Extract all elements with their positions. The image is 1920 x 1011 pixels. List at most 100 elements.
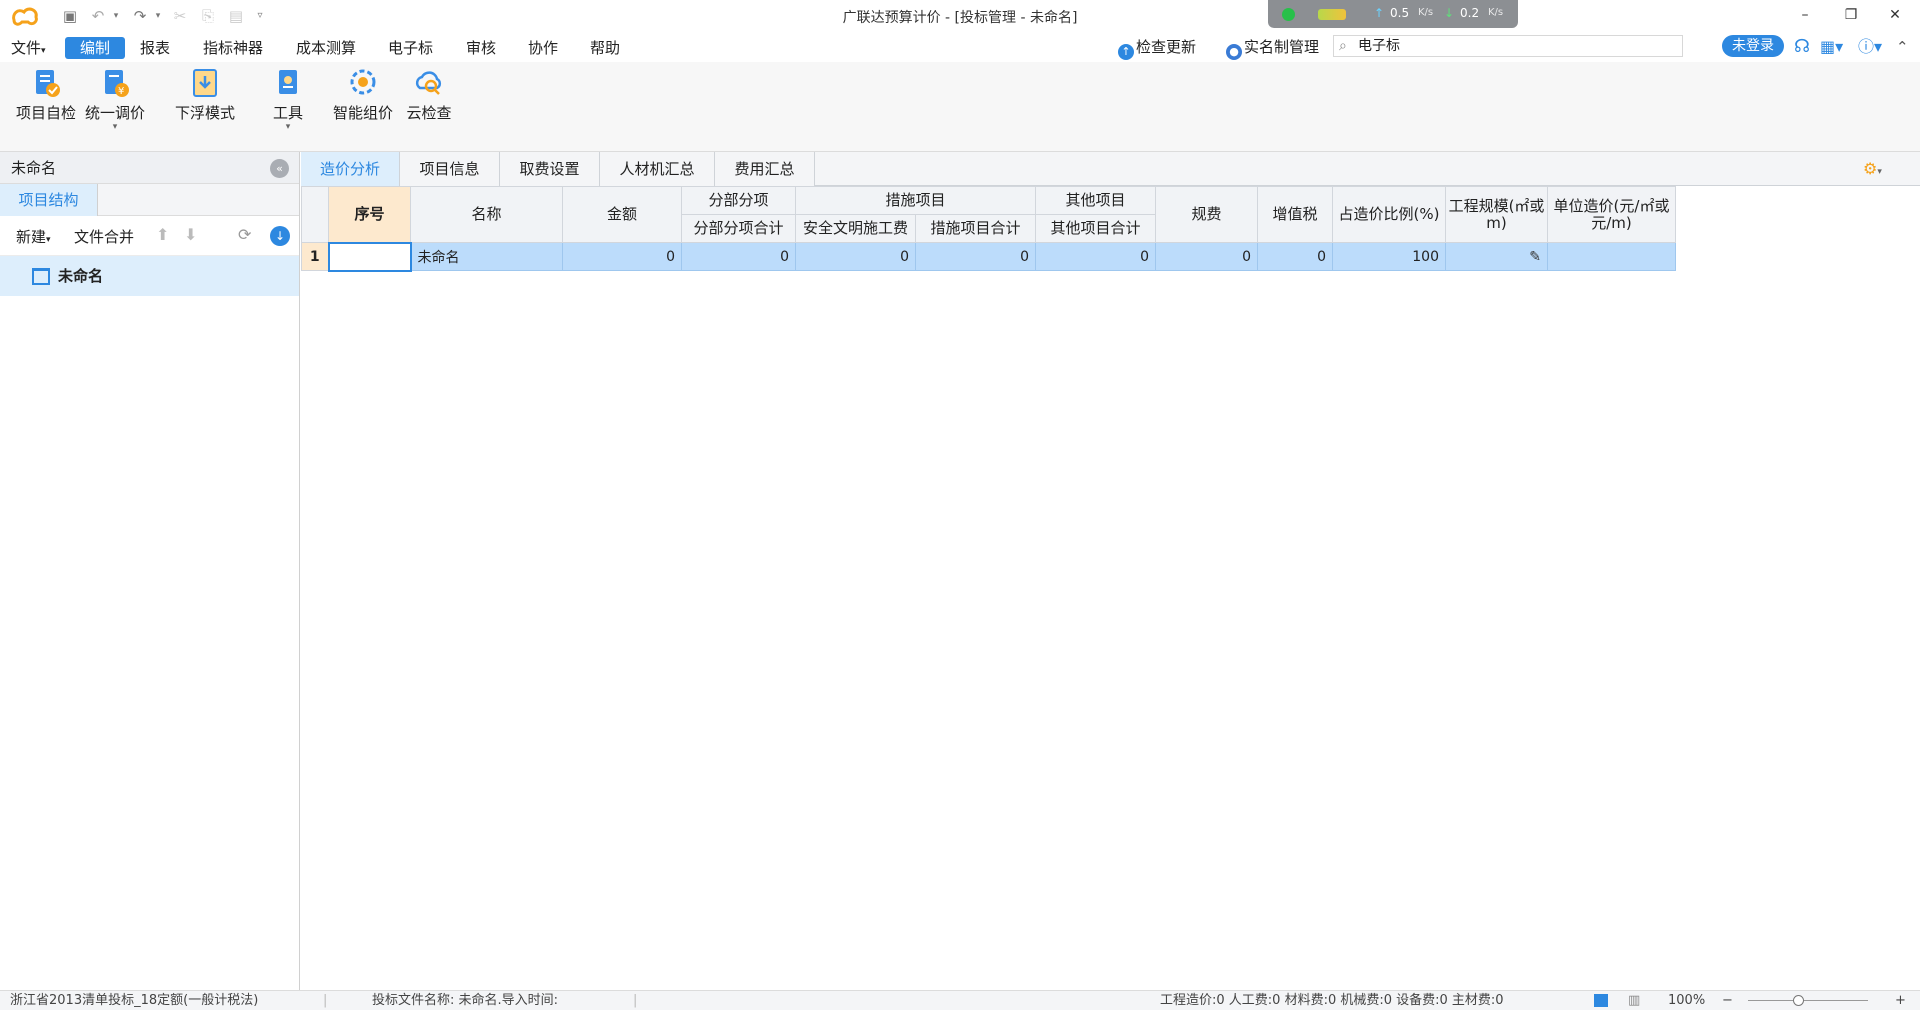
status-dot-icon (1282, 8, 1295, 21)
col-header-other-total[interactable]: 其他项目合计 (1035, 214, 1156, 243)
col-header-unit-price[interactable]: 单位造价(元/㎡或元/m) (1547, 186, 1676, 243)
menu-edit[interactable]: 编制 (65, 37, 125, 59)
new-button[interactable]: 新建▾ (16, 226, 51, 247)
zoom-out-icon[interactable]: − (1722, 991, 1733, 1011)
cut-icon[interactable]: ✂ (170, 6, 190, 26)
smart-price-button[interactable]: 智能组价 (332, 68, 394, 123)
collapse-ribbon-icon[interactable]: ⌃ (1896, 36, 1909, 58)
split-view-icon[interactable]: ▥ (1628, 991, 1640, 1011)
self-check-button[interactable]: 项目自检 (15, 68, 77, 123)
move-up-icon[interactable]: ⬆ (156, 225, 169, 244)
menu-e-bid[interactable]: 电子标 (382, 37, 439, 59)
cell-measures-total[interactable]: 0 (915, 242, 1036, 271)
menu-collab[interactable]: 协作 (522, 37, 564, 59)
cloud-check-button[interactable]: 云检查 (405, 68, 453, 123)
cell-vat[interactable]: 0 (1257, 242, 1333, 271)
download-icon[interactable]: ↓ (270, 226, 290, 246)
status-divider: | (633, 993, 638, 1008)
cell-safety[interactable]: 0 (795, 242, 916, 271)
cell-fbfx-total[interactable]: 0 (681, 242, 796, 271)
tab-fee-settings[interactable]: 取费设置 (500, 152, 600, 186)
customize-quickaccess-icon[interactable]: ▿ (250, 6, 270, 26)
tab-project-info[interactable]: 项目信息 (400, 152, 500, 186)
copy-icon[interactable]: ⎘ (198, 6, 218, 26)
menu-report[interactable]: 报表 (134, 37, 176, 59)
user-icon: ● (1226, 44, 1242, 60)
col-header-vat[interactable]: 增值税 (1257, 186, 1333, 243)
redo-dropdown-icon[interactable]: ▾ (148, 6, 168, 26)
col-header-name[interactable]: 名称 (410, 186, 563, 243)
cell-seq[interactable] (327, 241, 412, 272)
cell-other-total[interactable]: 0 (1035, 242, 1156, 271)
col-header-scale[interactable]: 工程规模(㎡或m) (1445, 186, 1548, 243)
menu-help[interactable]: 帮助 (584, 37, 626, 59)
merge-files-button[interactable]: 文件合并 (74, 226, 134, 247)
tab-labor-material[interactable]: 人材机汇总 (600, 152, 715, 186)
menu-cost-estimate[interactable]: 成本测算 (290, 37, 362, 59)
unify-price-dropdown-icon[interactable]: ▾ (84, 123, 146, 132)
col-header-fees[interactable]: 规费 (1155, 186, 1258, 243)
undo-icon[interactable]: ↶ (88, 6, 108, 26)
col-header-fbfx-total[interactable]: 分部分项合计 (681, 214, 796, 243)
network-monitor: ↑ 0.5 K/s ↓ 0.2 K/s (1268, 0, 1518, 28)
refresh-icon[interactable]: ⟳ (238, 225, 251, 244)
net-up-unit: K/s (1418, 7, 1434, 18)
login-button[interactable]: 未登录 (1722, 35, 1784, 57)
cell-scale[interactable]: ✎ (1445, 242, 1548, 271)
tree-item-project[interactable]: 未命名 (0, 256, 299, 296)
minimize-button[interactable]: – (1790, 4, 1820, 26)
tab-project-structure[interactable]: 项目结构 (0, 184, 98, 216)
col-header-safety[interactable]: 安全文明施工费 (795, 214, 916, 243)
cell-name[interactable]: 未命名 (410, 242, 563, 271)
col-header-seq[interactable]: 序号 (328, 186, 411, 243)
layout-view-icon[interactable] (1594, 994, 1608, 1007)
table-row[interactable]: 1 未命名 0 0 0 0 0 0 0 100 ✎ (301, 241, 1676, 272)
info-icon[interactable]: ⓘ▾ (1858, 36, 1882, 58)
menu-file[interactable]: 文件▾ (5, 37, 52, 59)
col-header-amount[interactable]: 金额 (562, 186, 682, 243)
status-divider: | (323, 993, 328, 1008)
realname-link[interactable]: ● 实名制管理 (1226, 36, 1319, 60)
tab-cost-summary[interactable]: 费用汇总 (715, 152, 815, 186)
save-icon[interactable]: ▣ (60, 6, 80, 26)
cell-ratio[interactable]: 100 (1332, 242, 1446, 271)
panel-header: 未命名 « (0, 152, 299, 184)
tab-cost-analysis[interactable]: 造价分析 (301, 152, 400, 186)
collapse-panel-icon[interactable]: « (270, 159, 289, 178)
settings-icon[interactable]: ⚙▾ (1863, 159, 1882, 178)
unify-price-button[interactable]: ¥ 统一调价 ▾ (84, 68, 146, 132)
status-summary: 工程造价:0 人工费:0 材料费:0 机械费:0 设备费:0 主材费:0 (1160, 993, 1504, 1008)
restore-button[interactable]: ❐ (1836, 4, 1866, 26)
menu-review[interactable]: 审核 (460, 37, 502, 59)
float-mode-button[interactable]: 下浮模式 (172, 68, 238, 123)
cell-unit-price[interactable] (1547, 242, 1676, 271)
edit-pencil-icon[interactable]: ✎ (1529, 249, 1541, 265)
zoom-in-icon[interactable]: + (1895, 991, 1906, 1011)
search-value: 电子标 (1358, 38, 1400, 54)
cell-amount[interactable]: 0 (562, 242, 682, 271)
menu-index[interactable]: 指标神器 (197, 37, 269, 59)
cost-analysis-table: 序号 名称 金额 分部分项 措施项目 其他项目 规费 增值税 占造价比例(%) … (301, 186, 1676, 272)
cell-fees[interactable]: 0 (1155, 242, 1258, 271)
headset-icon[interactable]: ☊ (1794, 36, 1810, 58)
undo-dropdown-icon[interactable]: ▾ (106, 6, 126, 26)
search-icon: ⌕ (1339, 38, 1347, 54)
col-header-measures-total[interactable]: 措施项目合计 (915, 214, 1036, 243)
corner-cell (301, 186, 329, 243)
building-icon (32, 268, 50, 285)
search-input[interactable]: ⌕ 电子标 (1333, 35, 1683, 57)
memory-bar (1318, 9, 1346, 20)
paste-icon[interactable]: ▤ (226, 6, 246, 26)
float-mode-icon (190, 68, 220, 98)
redo-icon[interactable]: ↷ (130, 6, 150, 26)
zoom-slider-thumb[interactable] (1793, 995, 1804, 1006)
ribbon-toolbar: 项目自检 ¥ 统一调价 ▾ 下浮模式 工具 ▾ 智能组价 云检查 (0, 62, 1920, 152)
zoom-slider-track[interactable] (1748, 1000, 1868, 1001)
tools-button[interactable]: 工具 ▾ (270, 68, 306, 132)
tools-dropdown-icon[interactable]: ▾ (270, 123, 306, 132)
col-header-ratio[interactable]: 占造价比例(%) (1332, 186, 1446, 243)
check-update-link[interactable]: ↑ 检查更新 (1118, 36, 1196, 60)
close-button[interactable]: ✕ (1880, 4, 1910, 26)
move-down-icon[interactable]: ⬇ (184, 225, 197, 244)
apps-grid-icon[interactable]: ▦▾ (1820, 36, 1843, 58)
